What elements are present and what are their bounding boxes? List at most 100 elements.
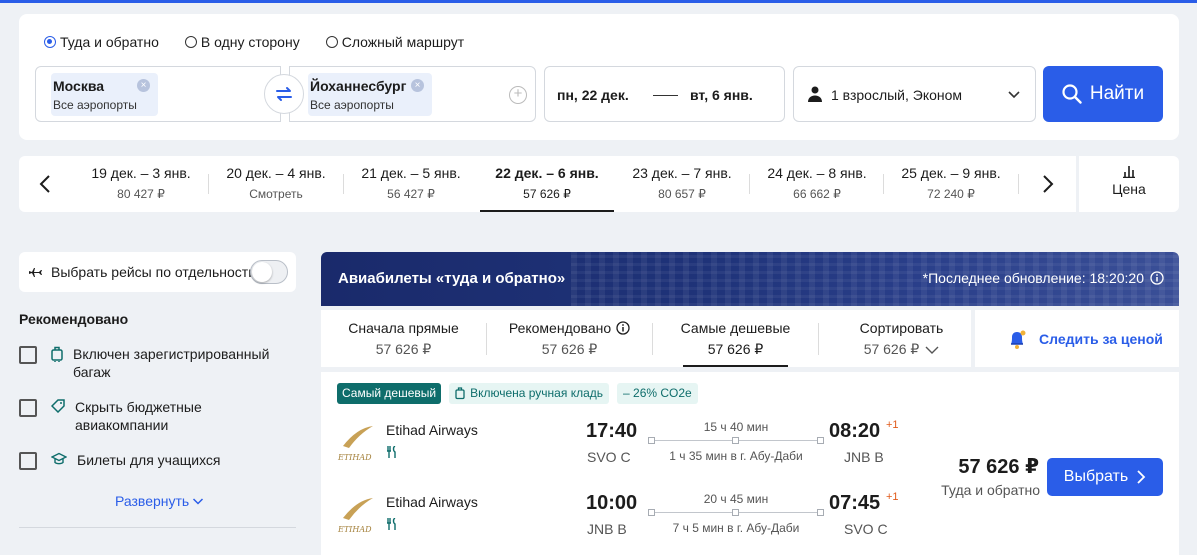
swap-icon bbox=[276, 87, 292, 101]
date-price: 56 427 ₽ bbox=[387, 187, 435, 201]
date-range: 19 дек. – 3 янв. bbox=[91, 165, 191, 181]
departure-time: 17:40 bbox=[586, 420, 638, 442]
graduation-cap-icon bbox=[51, 452, 67, 465]
filter-students[interactable]: Билеты для учащихся bbox=[19, 451, 296, 470]
top-accent-line bbox=[0, 0, 1197, 3]
checkbox[interactable] bbox=[19, 399, 37, 417]
chevron-down-icon bbox=[1008, 91, 1020, 99]
passengers-field[interactable]: 1 взрослый, Эконом bbox=[793, 66, 1036, 122]
dates-field[interactable]: пн, 22 дек. вт, 6 янв. bbox=[544, 66, 785, 122]
checkbox[interactable] bbox=[19, 346, 37, 364]
sort-dropdown[interactable]: Сортировать 57 626 ₽ bbox=[819, 310, 984, 367]
flight-leg-outbound: ETIHAD Etihad Airways 17:40 SVO C 15 ч 4… bbox=[321, 419, 921, 480]
date-option[interactable]: 24 дек. – 8 янв. 66 662 ₽ bbox=[750, 156, 884, 212]
day-shift: +1 bbox=[886, 419, 899, 431]
date-option[interactable]: 21 дек. – 5 янв. 56 427 ₽ bbox=[344, 156, 478, 212]
person-icon bbox=[808, 86, 822, 102]
filter-label: Билеты для учащихся bbox=[77, 452, 221, 468]
etihad-logo-icon: ETIHAD bbox=[337, 426, 373, 462]
arrival-airport: JNB B bbox=[844, 449, 884, 465]
date-range: 21 дек. – 5 янв. bbox=[361, 165, 461, 181]
sort-cheapest[interactable]: Самые дешевые 57 626 ₽ bbox=[653, 310, 818, 367]
date-option[interactable]: 19 дек. – 3 янв. 80 427 ₽ bbox=[74, 156, 208, 212]
filter-checked-baggage[interactable]: Включен зарегистрированный багаж bbox=[19, 345, 296, 381]
passengers-value: 1 взрослый, Эконом bbox=[831, 87, 963, 103]
chevron-left-icon[interactable] bbox=[34, 172, 58, 196]
sort-price: 57 626 ₽ bbox=[707, 341, 764, 357]
trip-type-roundtrip[interactable]: Туда и обратно bbox=[44, 34, 159, 50]
search-button[interactable]: Найти bbox=[1043, 66, 1163, 122]
stop-dot bbox=[732, 437, 739, 444]
ticket-card[interactable]: Самый дешевый Включена ручная кладь – 26… bbox=[321, 372, 1179, 555]
ticket-price-note: Туда и обратно bbox=[941, 482, 1040, 498]
destination-chip: Йоханнесбург Все аэропорты × bbox=[308, 73, 432, 116]
arrival-time: 07:45 bbox=[829, 492, 881, 514]
separate-flights-label: Выбрать рейсы по отдельности bbox=[51, 264, 257, 280]
add-destination-icon[interactable]: + bbox=[509, 86, 527, 104]
date-price: Смотреть bbox=[249, 187, 303, 201]
expand-filters-link[interactable]: Развернуть bbox=[115, 493, 204, 509]
checkbox[interactable] bbox=[19, 452, 37, 470]
price-chart-button[interactable]: Цена bbox=[1079, 156, 1179, 212]
date-option-selected[interactable]: 22 дек. – 6 янв. 57 626 ₽ bbox=[480, 156, 614, 212]
departure-time: 10:00 bbox=[586, 492, 638, 514]
trip-type-oneway[interactable]: В одну сторону bbox=[184, 34, 300, 50]
date-range: 22 дек. – 6 янв. bbox=[495, 165, 599, 181]
origin-field[interactable]: Москва Все аэропорты × bbox=[35, 66, 281, 122]
chevron-right-icon[interactable] bbox=[1035, 172, 1059, 196]
clear-origin-icon[interactable]: × bbox=[137, 79, 150, 92]
search-panel: Туда и обратно В одну сторону Сложный ма… bbox=[19, 14, 1179, 140]
carry-on-label: Включена ручная кладь bbox=[470, 386, 604, 400]
svg-text:ETIHAD: ETIHAD bbox=[337, 453, 372, 462]
sort-bar: Сначала прямые 57 626 ₽ Рекомендовано 57… bbox=[321, 310, 971, 367]
date-price: 57 626 ₽ bbox=[523, 187, 571, 201]
cheapest-badge: Самый дешевый bbox=[337, 383, 442, 404]
price-alert-button[interactable]: Следить за ценой bbox=[975, 310, 1179, 367]
date-option[interactable]: 23 дек. – 7 янв. 80 657 ₽ bbox=[615, 156, 749, 212]
date-range: 23 дек. – 7 янв. bbox=[632, 165, 732, 181]
info-icon[interactable] bbox=[1150, 271, 1164, 285]
date-price: 80 657 ₽ bbox=[658, 187, 706, 201]
date-option[interactable]: 25 дек. – 9 янв. 72 240 ₽ bbox=[884, 156, 1018, 212]
airline-name: Etihad Airways bbox=[386, 422, 478, 438]
route-start-dot bbox=[648, 437, 655, 444]
filter-hide-lowcost[interactable]: Скрыть бюджетные авиакомпании bbox=[19, 398, 296, 434]
flight-duration: 15 ч 40 мин bbox=[703, 420, 769, 434]
toggle-knob bbox=[252, 262, 272, 282]
swap-cities-button[interactable] bbox=[264, 74, 304, 114]
sort-recommended[interactable]: Рекомендовано 57 626 ₽ bbox=[487, 310, 652, 367]
divider bbox=[19, 527, 296, 528]
expand-label: Развернуть bbox=[115, 493, 190, 509]
origin-chip: Москва Все аэропорты × bbox=[51, 73, 158, 116]
route-line bbox=[648, 509, 824, 516]
bell-icon bbox=[1011, 330, 1026, 349]
radio-icon bbox=[325, 36, 338, 48]
date-range: 24 дек. – 8 янв. bbox=[767, 165, 867, 181]
sort-label: Самые дешевые bbox=[680, 320, 791, 336]
bar-chart-icon bbox=[1123, 166, 1135, 179]
trip-type-multicity[interactable]: Сложный маршрут bbox=[325, 34, 464, 50]
results-title: Авиабилеты «туда и обратно» bbox=[338, 270, 566, 287]
etihad-logo-icon: ETIHAD bbox=[337, 498, 373, 534]
chevron-down-icon bbox=[193, 498, 204, 505]
layover-info: 1 ч 35 мин в г. Абу-Даби bbox=[669, 449, 803, 463]
carry-on-badge: Включена ручная кладь bbox=[449, 383, 610, 404]
origin-airports: Все аэропорты bbox=[53, 98, 137, 112]
select-ticket-button[interactable]: Выбрать bbox=[1047, 458, 1163, 496]
day-shift: +1 bbox=[886, 491, 899, 503]
price-alert-label: Следить за ценой bbox=[1039, 330, 1163, 347]
sort-direct-first[interactable]: Сначала прямые 57 626 ₽ bbox=[321, 310, 486, 367]
trip-type-label: Туда и обратно bbox=[60, 34, 159, 50]
separate-flights-toggle[interactable] bbox=[250, 260, 288, 284]
results-banner: Авиабилеты «туда и обратно» *Последнее о… bbox=[321, 252, 1179, 306]
departure-airport: JNB B bbox=[587, 521, 627, 537]
route-end-dot bbox=[817, 509, 824, 516]
flight-leg-return: ETIHAD Etihad Airways 10:00 JNB B 20 ч 4… bbox=[321, 491, 921, 552]
clear-destination-icon[interactable]: × bbox=[411, 79, 424, 92]
destination-airports: Все аэропорты bbox=[310, 98, 394, 112]
destination-field[interactable]: Йоханнесбург Все аэропорты × + bbox=[289, 66, 536, 122]
search-icon bbox=[1062, 84, 1082, 104]
info-icon[interactable] bbox=[616, 321, 630, 335]
route-start-dot bbox=[648, 509, 655, 516]
date-option[interactable]: 20 дек. – 4 янв. Смотреть bbox=[209, 156, 343, 212]
